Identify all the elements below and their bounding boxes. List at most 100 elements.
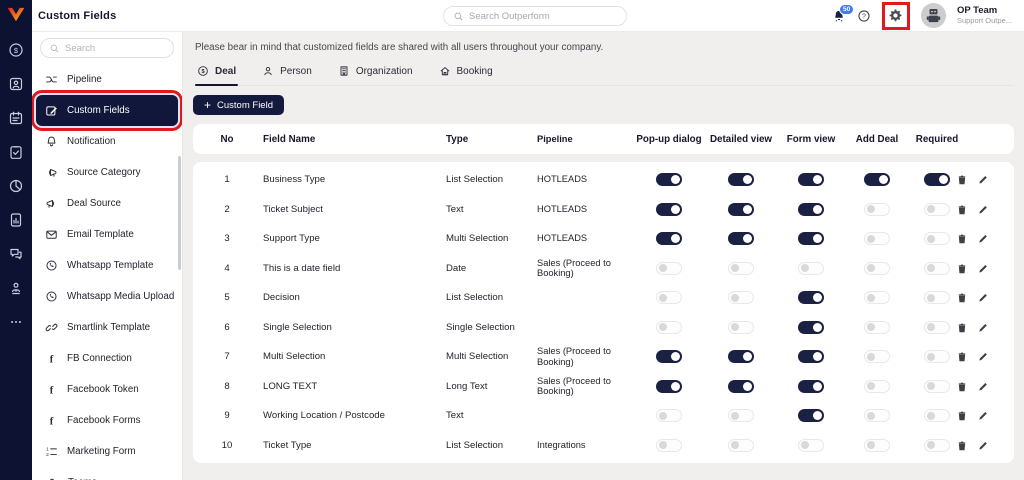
delete-button[interactable] xyxy=(956,439,968,452)
sidebar-item-teams[interactable]: Teams xyxy=(36,467,178,480)
toggle-detailed-view[interactable] xyxy=(728,379,754,393)
delete-button[interactable] xyxy=(956,232,968,245)
toggle-detailed-view[interactable] xyxy=(728,350,754,364)
edit-button[interactable] xyxy=(977,173,989,186)
sidebar-scrollbar[interactable] xyxy=(178,156,181,270)
sidebar-item-notification[interactable]: Notification xyxy=(36,126,178,157)
toggle-required[interactable] xyxy=(924,438,950,452)
delete-button[interactable] xyxy=(956,409,968,422)
toggle-detailed-view[interactable] xyxy=(728,320,754,334)
sidebar-item-fb-connection[interactable]: f FB Connection xyxy=(36,343,178,374)
toggle-form-view[interactable] xyxy=(798,173,824,187)
rail-item-deals[interactable]: $ xyxy=(8,39,24,61)
sidebar-item-smartlink-template[interactable]: Smartlink Template xyxy=(36,312,178,343)
toggle-popup-dialog[interactable] xyxy=(656,173,682,187)
sidebar-item-whatsapp-media-upload[interactable]: Whatsapp Media Upload xyxy=(36,281,178,312)
toggle-add-deal[interactable] xyxy=(864,291,890,305)
notification-bell-button[interactable]: 50 xyxy=(832,3,855,23)
toggle-popup-dialog[interactable] xyxy=(656,202,682,216)
toggle-add-deal[interactable] xyxy=(864,202,890,216)
edit-button[interactable] xyxy=(977,439,989,452)
toggle-add-deal[interactable] xyxy=(864,438,890,452)
sidebar-item-whatsapp-template[interactable]: Whatsapp Template xyxy=(36,250,178,281)
edit-button[interactable] xyxy=(977,409,989,422)
toggle-add-deal[interactable] xyxy=(864,173,890,187)
toggle-required[interactable] xyxy=(924,291,950,305)
tab-organization[interactable]: Organization xyxy=(336,63,415,85)
outperform-logo-icon[interactable] xyxy=(6,6,26,23)
rail-item-chats[interactable] xyxy=(8,243,24,265)
toggle-form-view[interactable] xyxy=(798,320,824,334)
toggle-popup-dialog[interactable] xyxy=(656,261,682,275)
toggle-detailed-view[interactable] xyxy=(728,438,754,452)
toggle-detailed-view[interactable] xyxy=(728,409,754,423)
tab-deal[interactable]: $ Deal xyxy=(195,63,239,86)
toggle-detailed-view[interactable] xyxy=(728,291,754,305)
avatar[interactable] xyxy=(920,3,946,28)
sidebar-search-input[interactable] xyxy=(65,42,165,54)
toggle-add-deal[interactable] xyxy=(864,350,890,364)
toggle-required[interactable] xyxy=(924,350,950,364)
edit-button[interactable] xyxy=(977,262,989,275)
toggle-form-view[interactable] xyxy=(798,350,824,364)
rail-item-agent[interactable] xyxy=(8,277,24,299)
toggle-popup-dialog[interactable] xyxy=(656,350,682,364)
toggle-detailed-view[interactable] xyxy=(728,202,754,216)
delete-button[interactable] xyxy=(956,380,968,393)
toggle-popup-dialog[interactable] xyxy=(656,379,682,393)
rail-item-calendar[interactable] xyxy=(8,107,24,129)
toggle-add-deal[interactable] xyxy=(864,379,890,393)
help-icon[interactable]: ? xyxy=(857,9,871,23)
rail-item-more[interactable] xyxy=(8,311,24,333)
toggle-add-deal[interactable] xyxy=(864,261,890,275)
rail-item-contacts[interactable] xyxy=(8,73,24,95)
delete-button[interactable] xyxy=(956,203,968,216)
global-search-input[interactable] xyxy=(469,10,617,22)
sidebar-item-marketing-form[interactable]: 1 2 Marketing Form xyxy=(36,436,178,467)
sidebar-search[interactable] xyxy=(40,38,174,58)
toggle-detailed-view[interactable] xyxy=(728,173,754,187)
toggle-popup-dialog[interactable] xyxy=(656,409,682,423)
toggle-popup-dialog[interactable] xyxy=(656,232,682,246)
toggle-detailed-view[interactable] xyxy=(728,232,754,246)
delete-button[interactable] xyxy=(956,321,968,334)
toggle-form-view[interactable] xyxy=(798,261,824,275)
toggle-form-view[interactable] xyxy=(798,379,824,393)
edit-button[interactable] xyxy=(977,321,989,334)
sidebar-item-facebook-forms[interactable]: f Facebook Forms xyxy=(36,405,178,436)
toggle-popup-dialog[interactable] xyxy=(656,291,682,305)
edit-button[interactable] xyxy=(977,380,989,393)
toggle-required[interactable] xyxy=(924,232,950,246)
toggle-detailed-view[interactable] xyxy=(728,261,754,275)
toggle-form-view[interactable] xyxy=(798,409,824,423)
sidebar-item-email-template[interactable]: Email Template xyxy=(36,219,178,250)
sidebar-item-pipeline[interactable]: Pipeline xyxy=(36,64,178,95)
sidebar-item-facebook-token[interactable]: f Facebook Token xyxy=(36,374,178,405)
edit-button[interactable] xyxy=(977,350,989,363)
toggle-add-deal[interactable] xyxy=(864,320,890,334)
gear-icon[interactable] xyxy=(881,1,910,30)
edit-button[interactable] xyxy=(977,203,989,216)
delete-button[interactable] xyxy=(956,350,968,363)
toggle-required[interactable] xyxy=(924,379,950,393)
sidebar-item-deal-source[interactable]: Deal Source xyxy=(36,188,178,219)
delete-button[interactable] xyxy=(956,173,968,186)
toggle-form-view[interactable] xyxy=(798,202,824,216)
delete-button[interactable] xyxy=(956,291,968,304)
sidebar-item-custom-fields[interactable]: Custom Fields xyxy=(32,90,182,131)
toggle-form-view[interactable] xyxy=(798,438,824,452)
rail-item-tasks[interactable] xyxy=(8,141,24,163)
toggle-form-view[interactable] xyxy=(798,291,824,305)
tab-person[interactable]: Person xyxy=(260,63,314,85)
toggle-popup-dialog[interactable] xyxy=(656,438,682,452)
global-search[interactable] xyxy=(443,6,627,26)
sidebar-item-source-category[interactable]: Source Category xyxy=(36,157,178,188)
toggle-required[interactable] xyxy=(924,261,950,275)
toggle-form-view[interactable] xyxy=(798,232,824,246)
edit-button[interactable] xyxy=(977,291,989,304)
toggle-add-deal[interactable] xyxy=(864,232,890,246)
toggle-popup-dialog[interactable] xyxy=(656,320,682,334)
rail-item-documents[interactable] xyxy=(8,209,24,231)
rail-item-reports[interactable] xyxy=(8,175,24,197)
delete-button[interactable] xyxy=(956,262,968,275)
